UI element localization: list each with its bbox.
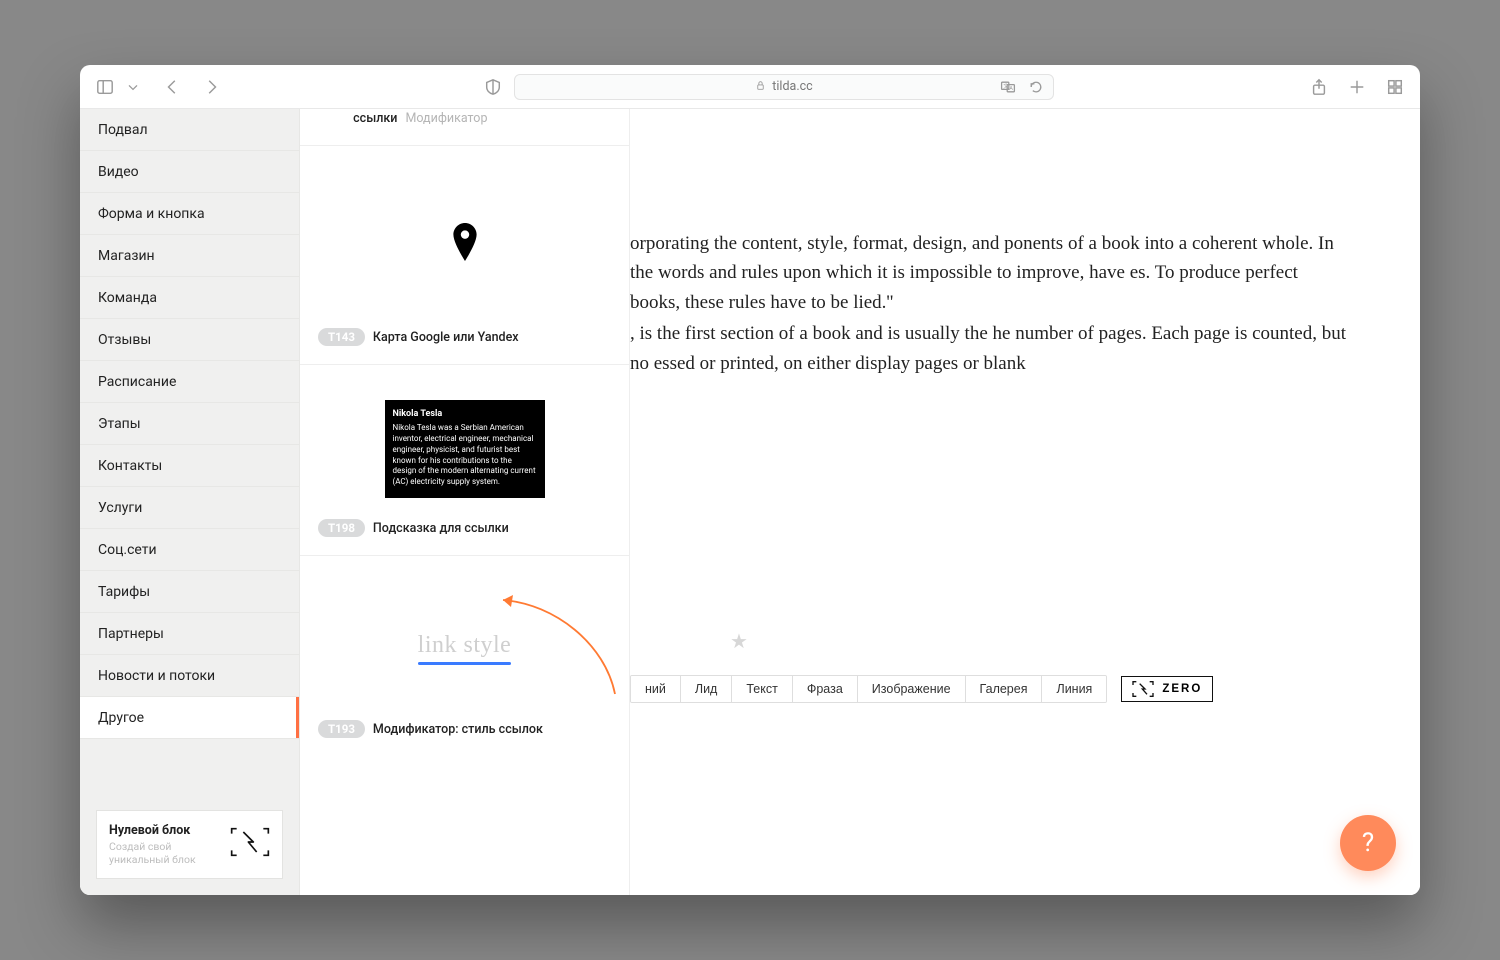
sidebar-category[interactable]: Тарифы bbox=[80, 571, 299, 613]
nav-back-icon[interactable] bbox=[162, 76, 184, 98]
shortcut-button[interactable]: Галерея bbox=[966, 676, 1043, 702]
block-item-map[interactable]: T143 Карта Google или Yandex bbox=[300, 146, 629, 365]
sidebar-category[interactable]: Партнеры bbox=[80, 613, 299, 655]
block-label: Модификатор: стиль ссылок bbox=[373, 722, 543, 737]
chevron-down-icon[interactable] bbox=[122, 76, 144, 98]
shortcut-button[interactable]: Лид bbox=[681, 676, 732, 702]
sidebar-category[interactable]: Команда bbox=[80, 277, 299, 319]
sidebar-category[interactable]: Магазин bbox=[80, 235, 299, 277]
zero-shortcut-button[interactable]: ZERO bbox=[1121, 676, 1213, 702]
block-code: T143 bbox=[318, 328, 365, 346]
sidebar-category[interactable]: Отзывы bbox=[80, 319, 299, 361]
block-code: T193 bbox=[318, 720, 365, 738]
reload-icon[interactable] bbox=[1025, 76, 1047, 98]
block-label: Подсказка для ссылки bbox=[373, 521, 509, 536]
canvas-paragraph: , is the first section of a book and is … bbox=[630, 319, 1350, 378]
sidebar-category-label: Другое bbox=[98, 710, 144, 726]
tab-grid-icon[interactable] bbox=[1384, 76, 1406, 98]
block-type-shortcut: нийЛидТекстФразаИзображениеГалереяЛиния … bbox=[630, 675, 1213, 703]
sidebar-category-label: Новости и потоки bbox=[98, 668, 215, 684]
star-icon: ★ bbox=[730, 629, 748, 653]
sidebar-category[interactable]: Форма и кнопка bbox=[80, 193, 299, 235]
translate-icon[interactable]: 文A bbox=[997, 76, 1019, 98]
sidebar-category[interactable]: Этапы bbox=[80, 403, 299, 445]
sidebar-category-label: Соц.сети bbox=[98, 542, 157, 558]
help-label: ? bbox=[1362, 828, 1374, 858]
zero-block-subtitle: Создай свой уникальный блок bbox=[109, 840, 218, 866]
sidebar-category-label: Контакты bbox=[98, 458, 162, 474]
sidebar-category[interactable]: Подвал bbox=[80, 109, 299, 151]
address-url: tilda.cc bbox=[772, 79, 812, 94]
tooltip-preview-body: Nikola Tesla was a Serbian American inve… bbox=[393, 423, 537, 488]
new-tab-icon[interactable] bbox=[1346, 76, 1368, 98]
svg-text:A: A bbox=[1009, 86, 1013, 92]
shortcut-button[interactable]: Линия bbox=[1042, 676, 1106, 702]
block-item-tooltip[interactable]: Nikola Tesla Nikola Tesla was a Serbian … bbox=[300, 365, 629, 556]
nav-forward-icon[interactable] bbox=[200, 76, 222, 98]
share-icon[interactable] bbox=[1308, 76, 1330, 98]
zero-shortcut-label: ZERO bbox=[1162, 683, 1202, 695]
sidebar-category[interactable]: Другое bbox=[80, 697, 299, 739]
blocks-panel: T000 T ссылки Модификатор T143 bbox=[300, 109, 630, 895]
browser-toolbar: tilda.cc 文A bbox=[80, 65, 1420, 109]
sidebar-category-label: Этапы bbox=[98, 416, 141, 432]
shortcut-button[interactable]: Текст bbox=[732, 676, 792, 702]
sidebar-category-label: Магазин bbox=[98, 248, 155, 264]
help-button[interactable]: ? bbox=[1340, 815, 1396, 871]
shortcut-button[interactable]: Фраза bbox=[793, 676, 858, 702]
sidebar-category-label: Услуги bbox=[98, 500, 142, 516]
category-sidebar: Подвал Видео Форма и кнопка Магазин Команда О… bbox=[80, 109, 300, 895]
zero-block-icon bbox=[230, 827, 270, 861]
sidebar-category-label: Расписание bbox=[98, 374, 176, 390]
sidebar-category-label: Партнеры bbox=[98, 626, 164, 642]
sidebar-toggle-icon[interactable] bbox=[94, 76, 116, 98]
block-code: T198 bbox=[318, 519, 365, 537]
block-item-cutoff[interactable]: T000 T ссылки Модификатор bbox=[300, 109, 629, 146]
sidebar-category[interactable]: Новости и потоки bbox=[80, 655, 299, 697]
shortcut-button[interactable]: ний bbox=[631, 676, 681, 702]
tooltip-preview-title: Nikola Tesla bbox=[393, 408, 537, 420]
lock-icon bbox=[755, 80, 766, 94]
sidebar-category-label: Подвал bbox=[98, 122, 148, 138]
page-canvas: orporating the content, style, format, d… bbox=[630, 109, 1420, 895]
address-bar[interactable]: tilda.cc 文A bbox=[514, 74, 1054, 100]
sidebar-category[interactable]: Контакты bbox=[80, 445, 299, 487]
zero-block-card[interactable]: Нулевой блок Создай свой уникальный блок bbox=[96, 810, 283, 879]
block-modifier: Модификатор bbox=[405, 111, 487, 126]
canvas-paragraph: orporating the content, style, format, d… bbox=[630, 229, 1350, 317]
sidebar-category-label: Отзывы bbox=[98, 332, 151, 348]
shortcut-button[interactable]: Изображение bbox=[858, 676, 966, 702]
sidebar-category-label: Тарифы bbox=[98, 584, 150, 600]
block-label: Карта Google или Yandex bbox=[373, 330, 519, 345]
tooltip-preview-card: Nikola Tesla Nikola Tesla was a Serbian … bbox=[385, 400, 545, 498]
sidebar-category-label: Видео bbox=[98, 164, 139, 180]
sidebar-category-label: Команда bbox=[98, 290, 157, 306]
sidebar-category[interactable]: Услуги bbox=[80, 487, 299, 529]
sidebar-category-label: Форма и кнопка bbox=[98, 206, 205, 222]
linkstyle-preview: link style bbox=[418, 632, 512, 659]
sidebar-category[interactable]: Видео bbox=[80, 151, 299, 193]
zero-block-title: Нулевой блок bbox=[109, 823, 218, 838]
location-pin-icon bbox=[452, 223, 478, 265]
block-item-linkstyle[interactable]: link style T193 Модификатор: стиль ссыло… bbox=[300, 556, 629, 756]
sidebar-category[interactable]: Расписание bbox=[80, 361, 299, 403]
privacy-shield-icon[interactable] bbox=[482, 76, 504, 98]
sidebar-category[interactable]: Соц.сети bbox=[80, 529, 299, 571]
